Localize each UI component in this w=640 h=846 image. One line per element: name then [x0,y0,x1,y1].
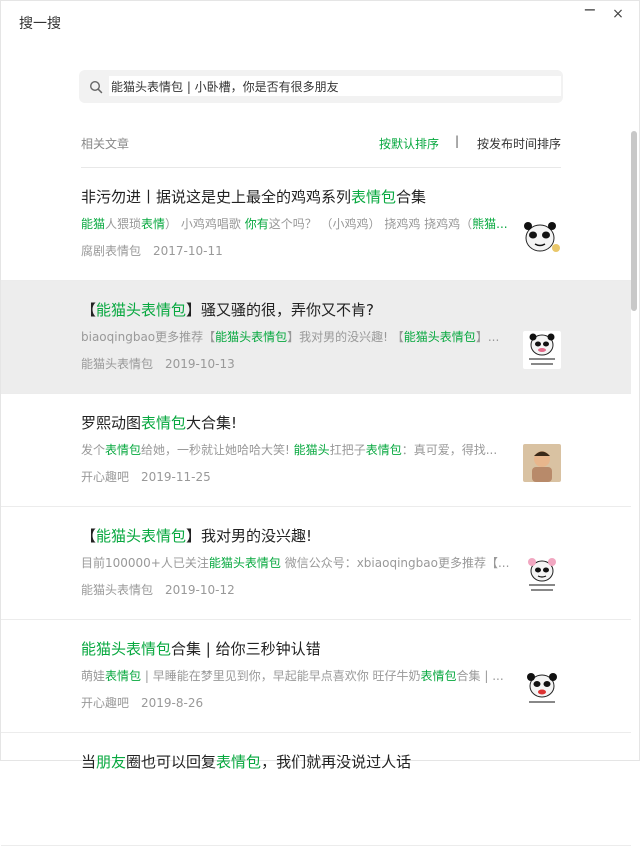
title-bar: 搜一搜 − × [1,1,640,41]
result-source[interactable]: 开心趣吧 [81,470,129,484]
result-date: 2019-10-13 [165,357,235,371]
desc-segment: 能猫头表情包 [215,330,288,344]
result-meta: 能猫头表情包 2019-10-12 [81,581,235,598]
title-segment: 当 [81,753,97,771]
title-segment: 圈也可以回复 [126,753,217,771]
desc-segment: ） 小鸡鸡唱歌 [165,217,245,231]
search-input[interactable] [109,76,561,96]
desc-segment: 这个吗？ （小鸡鸡） 挠鸡鸡 挠鸡鸡（ [268,217,473,231]
result-source[interactable]: 腐剧表情包 [81,244,141,258]
desc-segment: 能猫头表情包 [208,556,281,570]
result-item[interactable]: 能猫头表情包合集 | 给你三秒钟认错 萌娃表情包 | 早睡能在梦里见到你，早起能早… [1,620,631,733]
desc-segment: 你有 [244,217,269,231]
title-segment: 能猫头表情包 [81,640,172,658]
desc-segment: 表情包 [365,443,402,457]
sort-default-button[interactable]: 按默认排序 [379,135,439,152]
sort-bar: 相关文章 按默认排序 | 按发布时间排序 [81,134,561,153]
desc-segment: 表情包 [105,443,142,457]
desc-segment: 表情包 [420,669,457,683]
result-meta: 开心趣吧 2019-11-25 [81,468,211,485]
desc-segment: 】我对男的没兴趣! 【 [287,330,404,344]
result-item[interactable]: 当朋友圈也可以回复表情包，我们就再没说过人话 [1,733,631,846]
result-thumbnail[interactable] [523,444,561,482]
close-button[interactable]: × [609,5,627,23]
search-box[interactable] [79,70,563,103]
scrollbar[interactable] [631,131,637,311]
desc-segment: 合集 | ... [456,669,504,683]
result-date: 2019-8-26 [141,696,204,710]
result-date: 2019-10-12 [165,583,235,597]
title-segment: 能猫头表情包 [96,301,187,319]
desc-segment: 发个 [81,443,106,457]
desc-segment: biaoqingbao更多推荐【 [81,330,216,344]
title-segment: 【 [81,527,97,545]
title-segment: 【 [81,301,97,319]
result-snippet: biaoqingbao更多推荐【能猫头表情包】我对男的没兴趣! 【能猫头表情包】… [81,328,509,345]
sort-separator: | [454,134,459,148]
result-title[interactable]: 非污勿进丨据说这是史上最全的鸡鸡系列表情包合集 [81,186,426,207]
desc-segment: 能猫 [81,217,106,231]
sort-by-time-button[interactable]: 按发布时间排序 [477,135,561,152]
result-source[interactable]: 开心趣吧 [81,696,129,710]
results-list: 非污勿进丨据说这是史上最全的鸡鸡系列表情包合集 能猫人猥琐表情） 小鸡鸡唱歌 你有… [1,168,631,846]
title-segment: 大合集! [186,414,238,432]
desc-segment: 给她，一秒就让她哈哈大笑! [141,443,294,457]
result-title[interactable]: 罗熙动图表情包大合集! [81,412,237,433]
search-window: 搜一搜 − × 相关文章 按默认排序 | 按发布时间排序 非污勿进丨据说这是史上… [0,0,640,846]
search-icon [89,79,103,94]
desc-segment: 人猥琐 [105,217,142,231]
desc-segment: 萌娃 [81,669,106,683]
result-thumbnail[interactable] [523,670,561,708]
title-segment: 朋友 [96,753,127,771]
desc-segment: 】... [475,330,500,344]
result-snippet: 目前100000+人已关注能猫头表情包 微信公众号：xbiaoqingbao更多… [81,554,509,571]
title-segment: 表情包 [216,753,262,771]
title-segment: 罗熙动图 [81,414,142,432]
result-title[interactable]: 能猫头表情包合集 | 给你三秒钟认错 [81,638,321,659]
result-item[interactable]: 非污勿进丨据说这是史上最全的鸡鸡系列表情包合集能猫人猥琐表情） 小鸡鸡唱歌 你有… [1,168,631,281]
result-title[interactable]: 当朋友圈也可以回复表情包，我们就再没说过人话 [81,751,411,772]
result-thumbnail[interactable] [523,218,561,256]
desc-segment: 表情包 [105,669,142,683]
title-segment: 表情包 [351,188,397,206]
result-title[interactable]: 【能猫头表情包】我对男的没兴趣! [81,525,312,546]
result-snippet: 能猫人猥琐表情） 小鸡鸡唱歌 你有这个吗？ （小鸡鸡） 挠鸡鸡 挠鸡鸡（熊猫..… [81,215,509,232]
title-segment: 表情包 [141,414,187,432]
desc-segment: 表情 [141,217,166,231]
title-segment: 能猫头表情包 [96,527,187,545]
desc-segment: 微信公众号：xbiaoqingbao更多推荐【... [280,556,509,570]
desc-segment: | 早睡能在梦里见到你，早起能早点喜欢你 旺仔牛奶 [141,669,421,683]
result-thumbnail[interactable] [523,331,561,369]
result-source[interactable]: 能猫头表情包 [81,583,153,597]
desc-segment: ：真可爱，得找... [401,443,498,457]
desc-segment: 熊猫... [472,217,508,231]
result-meta: 能猫头表情包 2019-10-13 [81,355,235,372]
title-segment: 非污勿进丨据说这是史上最全的鸡鸡系列 [81,188,352,206]
title-segment: 】我对男的没兴趣! [186,527,313,545]
result-meta: 腐剧表情包 2017-10-11 [81,242,223,259]
desc-segment: 扛把子 [329,443,366,457]
result-item[interactable]: 罗熙动图表情包大合集! 发个表情包给她，一秒就让她哈哈大笑! 能猫头扛把子表情包：… [1,394,631,507]
result-meta: 开心趣吧 2019-8-26 [81,694,203,711]
title-segment: 合集 | 给你三秒钟认错 [171,640,321,658]
result-thumbnail[interactable] [523,557,561,595]
result-item[interactable]: 【能猫头表情包】骚又骚的很，弄你又不肯? biaoqingbao更多推荐【能猫头表… [1,281,631,394]
title-segment: 合集 [396,188,427,206]
window-title: 搜一搜 [19,16,61,32]
result-source[interactable]: 能猫头表情包 [81,357,153,371]
result-date: 2019-11-25 [141,470,211,484]
result-title[interactable]: 【能猫头表情包】骚又骚的很，弄你又不肯? [81,299,374,320]
title-segment: 】骚又骚的很，弄你又不肯? [186,301,374,319]
result-date: 2017-10-11 [153,244,223,258]
result-item[interactable]: 【能猫头表情包】我对男的没兴趣! 目前100000+人已关注能猫头表情包 微信公众… [1,507,631,620]
desc-segment: 能猫头表情包 [403,330,476,344]
desc-segment: 能猫头 [293,443,330,457]
minimize-button[interactable]: − [581,1,599,19]
desc-segment: 目前100000+人已关注 [81,556,209,570]
result-snippet: 萌娃表情包 | 早睡能在梦里见到你，早起能早点喜欢你 旺仔牛奶表情包合集 | .… [81,667,509,684]
related-articles-label: 相关文章 [81,137,130,151]
result-snippet: 发个表情包给她，一秒就让她哈哈大笑! 能猫头扛把子表情包：真可爱，得找... [81,441,509,458]
title-segment: ，我们就再没说过人话 [261,753,412,771]
